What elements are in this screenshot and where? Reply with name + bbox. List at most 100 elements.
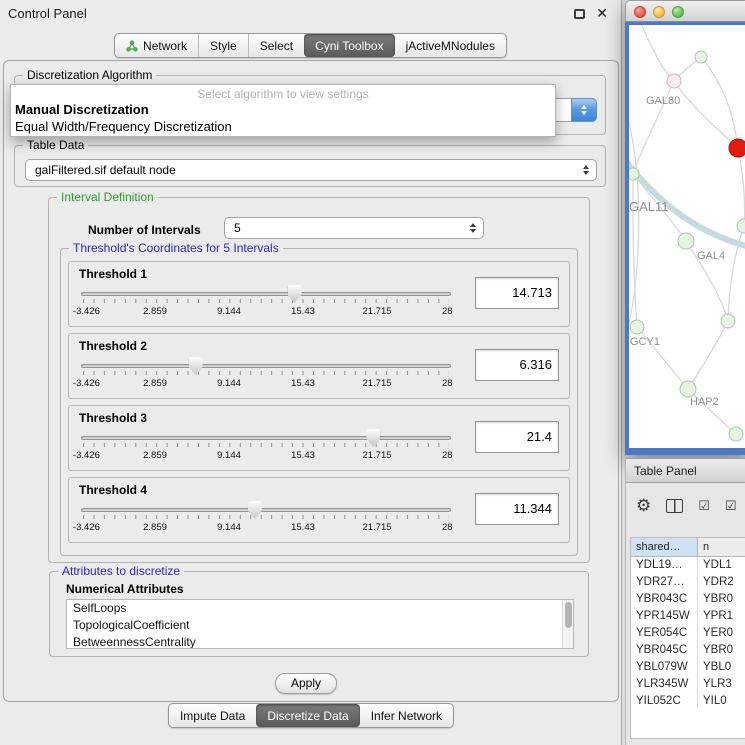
table-columns-icon[interactable]: [666, 499, 683, 513]
scale-tick-label: 9.144: [217, 450, 241, 461]
threshold-slider[interactable]: -3.4262.8599.14415.4321.71528: [81, 284, 451, 326]
tab-label: Infer Network: [371, 709, 442, 723]
slider-track[interactable]: [81, 508, 451, 512]
tab-label: Network: [143, 39, 187, 53]
threshold-value-field[interactable]: 21.4: [475, 421, 559, 453]
table-row[interactable]: YBL079WYBL0: [631, 659, 745, 676]
scale-tick-label: 9.144: [217, 378, 241, 389]
float-window-icon[interactable]: [574, 9, 585, 19]
table-row[interactable]: YPR145WYPR1: [631, 608, 745, 625]
table-row[interactable]: YBR045CYBR0: [631, 642, 745, 659]
number-of-intervals-combobox[interactable]: 5: [224, 217, 484, 239]
close-icon[interactable]: ✕: [596, 5, 608, 22]
algorithm-option[interactable]: Equal Width/Frequency Discretization: [11, 118, 555, 135]
network-node[interactable]: [729, 427, 743, 441]
scale-tick-label: 28: [442, 522, 453, 533]
table-row[interactable]: YDL19…YDL1: [631, 557, 745, 574]
select-columns-icon[interactable]: ☑: [698, 498, 710, 514]
algorithm-option[interactable]: Manual Discretization: [11, 101, 555, 118]
cell-name: YDR2: [698, 574, 745, 591]
scale-tick-label: 21.715: [362, 522, 391, 533]
network-node[interactable]: [630, 320, 644, 334]
slider-track[interactable]: [81, 364, 451, 368]
tab-label: jActiveMNodules: [406, 39, 495, 53]
network-edge: [688, 321, 728, 389]
node-table: shared…n YDL19…YDL1YDR27…YDR2YBR043CYBR0…: [630, 537, 745, 739]
select-all-icon[interactable]: ☑: [725, 498, 737, 514]
gear-icon[interactable]: ⚙: [636, 496, 651, 516]
threshold-value-field[interactable]: 11.344: [475, 493, 559, 525]
bottom-tab-bar: Impute Data Discretize Data Infer Network: [0, 703, 622, 728]
network-node[interactable]: [678, 233, 694, 249]
attribute-list-item[interactable]: TopologicalCoefficient: [67, 617, 573, 634]
network-view-window: GAL80GAL11GAL4GCY1HAP2: [625, 0, 745, 455]
scale-tick-label: 28: [442, 450, 453, 461]
node-label: GAL11: [629, 199, 669, 214]
network-node[interactable]: [629, 168, 639, 180]
scrollbar-thumb[interactable]: [565, 602, 572, 628]
attributes-scrollbar[interactable]: [562, 600, 573, 648]
table-data-group: Table Data galFiltered.sif default node: [14, 145, 606, 187]
table-row[interactable]: YIL052CYIL0: [631, 693, 745, 710]
scale-tick-label: 2.859: [143, 378, 167, 389]
threshold-slider[interactable]: -3.4262.8599.14415.4321.71528: [81, 428, 451, 470]
table-data-combobox[interactable]: galFiltered.sif default node: [25, 159, 597, 181]
node-label: GAL80: [646, 95, 680, 107]
slider-track[interactable]: [81, 292, 451, 296]
tab-impute-data[interactable]: Impute Data: [169, 704, 256, 727]
threshold-value-field[interactable]: 6.316: [475, 349, 559, 381]
cell-shared-name: YBL079W: [631, 659, 698, 676]
threshold-slider[interactable]: -3.4262.8599.14415.4321.71528: [81, 356, 451, 398]
column-header[interactable]: shared…: [631, 538, 698, 556]
table-row[interactable]: YBR043CYBR0: [631, 591, 745, 608]
network-canvas[interactable]: GAL80GAL11GAL4GCY1HAP2: [629, 25, 745, 448]
attributes-list-items: SelfLoopsTopologicalCoefficientBetweenne…: [67, 600, 573, 649]
window-close-button[interactable]: [634, 6, 646, 18]
control-panel: Control Panel ✕ NetworkStyleSelectCyni T…: [0, 0, 622, 745]
tab-style[interactable]: Style: [198, 34, 248, 57]
attribute-list-item[interactable]: BetweennessCentrality: [67, 634, 573, 649]
node-label: GCY1: [630, 336, 660, 348]
tab-infer-network[interactable]: Infer Network: [360, 704, 453, 727]
table-row[interactable]: YDR27…YDR2: [631, 574, 745, 591]
apply-button[interactable]: Apply: [275, 673, 337, 694]
slider-track[interactable]: [81, 436, 451, 440]
network-window-titlebar[interactable]: [625, 0, 745, 22]
scale-tick-label: 15.43: [291, 306, 315, 317]
network-node[interactable]: [680, 381, 696, 397]
scale-tick-label: 15.43: [291, 522, 315, 533]
network-node[interactable]: [695, 51, 707, 63]
table-row[interactable]: YLR345WYLR3: [631, 676, 745, 693]
network-node-selected[interactable]: [729, 139, 745, 157]
algorithm-placeholder: Select algorithm to view settings: [11, 85, 555, 101]
network-node[interactable]: [721, 314, 735, 328]
network-canvas-container[interactable]: GAL80GAL11GAL4GCY1HAP2: [629, 25, 745, 448]
tab-cyni-toolbox[interactable]: Cyni Toolbox: [304, 34, 394, 57]
slider-scale: -3.4262.8599.14415.4321.71528: [81, 522, 451, 534]
attributes-listbox[interactable]: SelfLoopsTopologicalCoefficientBetweenne…: [66, 599, 574, 649]
cell-shared-name: YBR045C: [631, 642, 698, 659]
network-node[interactable]: [667, 74, 681, 88]
window-zoom-button[interactable]: [672, 6, 684, 18]
cell-name: YPR1: [698, 608, 745, 625]
slider-ticks: [83, 515, 449, 519]
scale-tick-label: -3.426: [73, 522, 100, 533]
scale-tick-label: 9.144: [217, 522, 241, 533]
attribute-list-item[interactable]: SelfLoops: [67, 600, 573, 617]
tab-network[interactable]: Network: [115, 34, 198, 57]
tab-label: Impute Data: [180, 709, 245, 723]
scale-tick-label: 15.43: [291, 450, 315, 461]
table-row[interactable]: YER054CYER0: [631, 625, 745, 642]
tab-select[interactable]: Select: [248, 34, 304, 57]
column-header[interactable]: n: [698, 538, 745, 556]
threshold-value-field[interactable]: 14.713: [475, 277, 559, 309]
slider-scale: -3.4262.8599.14415.4321.71528: [81, 378, 451, 390]
tab-jactivemnodules[interactable]: jActiveMNodules: [395, 34, 506, 57]
discretization-group-label: Discretization Algorithm: [23, 68, 156, 82]
threshold-slider[interactable]: -3.4262.8599.14415.4321.71528: [81, 500, 451, 542]
window-minimize-button[interactable]: [653, 6, 665, 18]
network-node[interactable]: [737, 219, 745, 233]
tab-discretize-data[interactable]: Discretize Data: [256, 704, 359, 727]
network-edge: [674, 81, 738, 148]
cell-shared-name: YIL052C: [631, 693, 698, 710]
